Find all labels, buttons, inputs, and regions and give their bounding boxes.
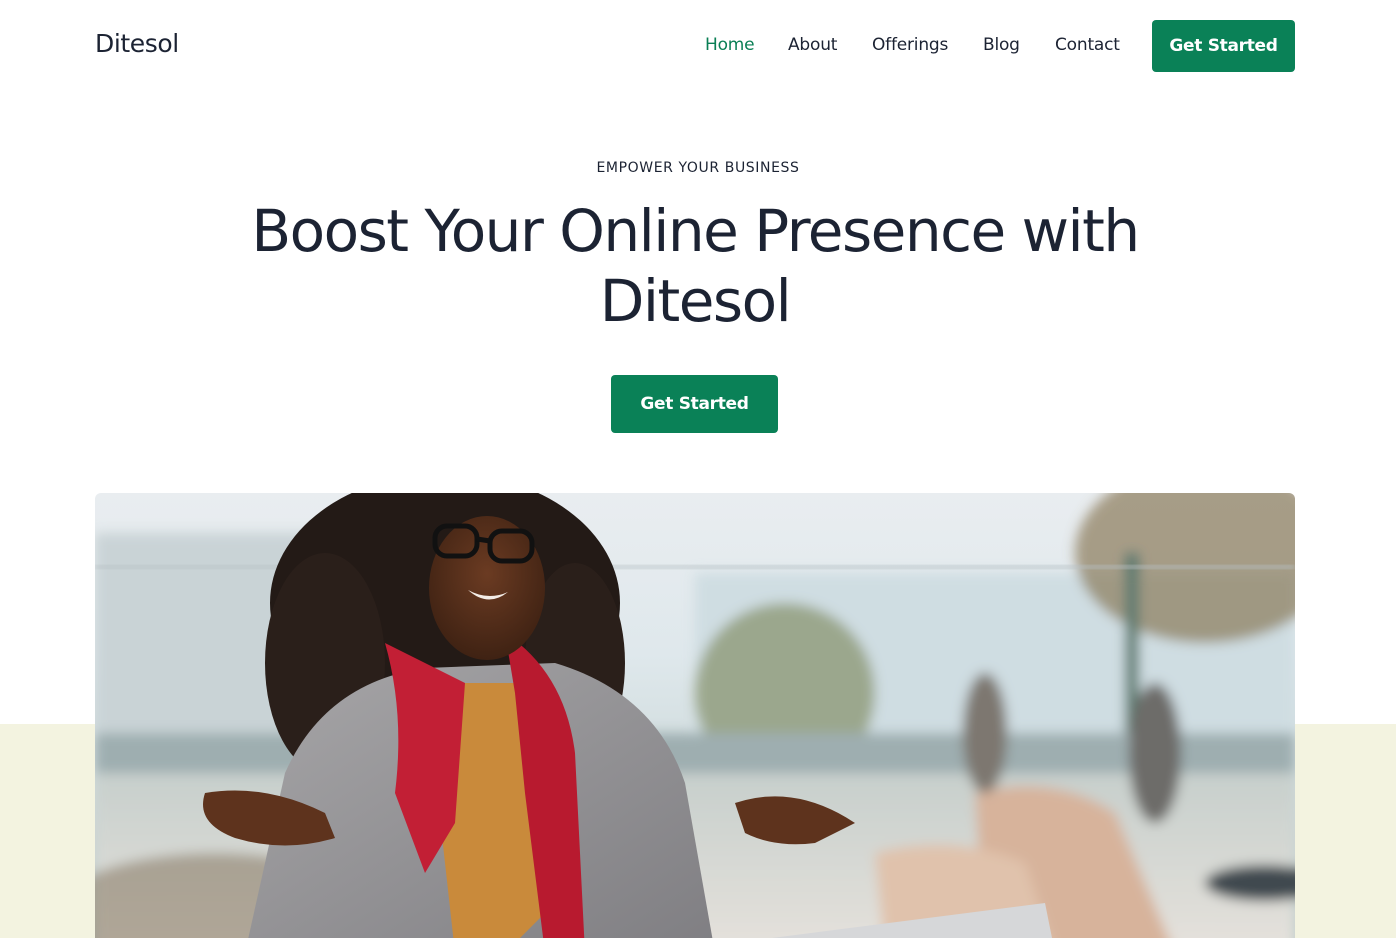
hero-title: Boost Your Online Presence with Ditesol bbox=[251, 197, 1140, 335]
nav-item-about[interactable]: About bbox=[788, 35, 837, 55]
nav-item-contact[interactable]: Contact bbox=[1055, 35, 1120, 55]
hero-photo bbox=[95, 493, 1295, 938]
nav-item-blog[interactable]: Blog bbox=[983, 35, 1020, 55]
nav-item-home[interactable]: Home bbox=[705, 35, 755, 55]
hero-eyebrow: EMPOWER YOUR BUSINESS bbox=[596, 160, 800, 176]
header-get-started-button[interactable]: Get Started bbox=[1152, 20, 1295, 72]
hero-get-started-button[interactable]: Get Started bbox=[611, 375, 778, 433]
page: Ditesol Home About Offerings Blog Contac… bbox=[0, 0, 1396, 938]
site-header: Ditesol Home About Offerings Blog Contac… bbox=[0, 0, 1396, 92]
nav-item-offerings[interactable]: Offerings bbox=[872, 35, 948, 55]
